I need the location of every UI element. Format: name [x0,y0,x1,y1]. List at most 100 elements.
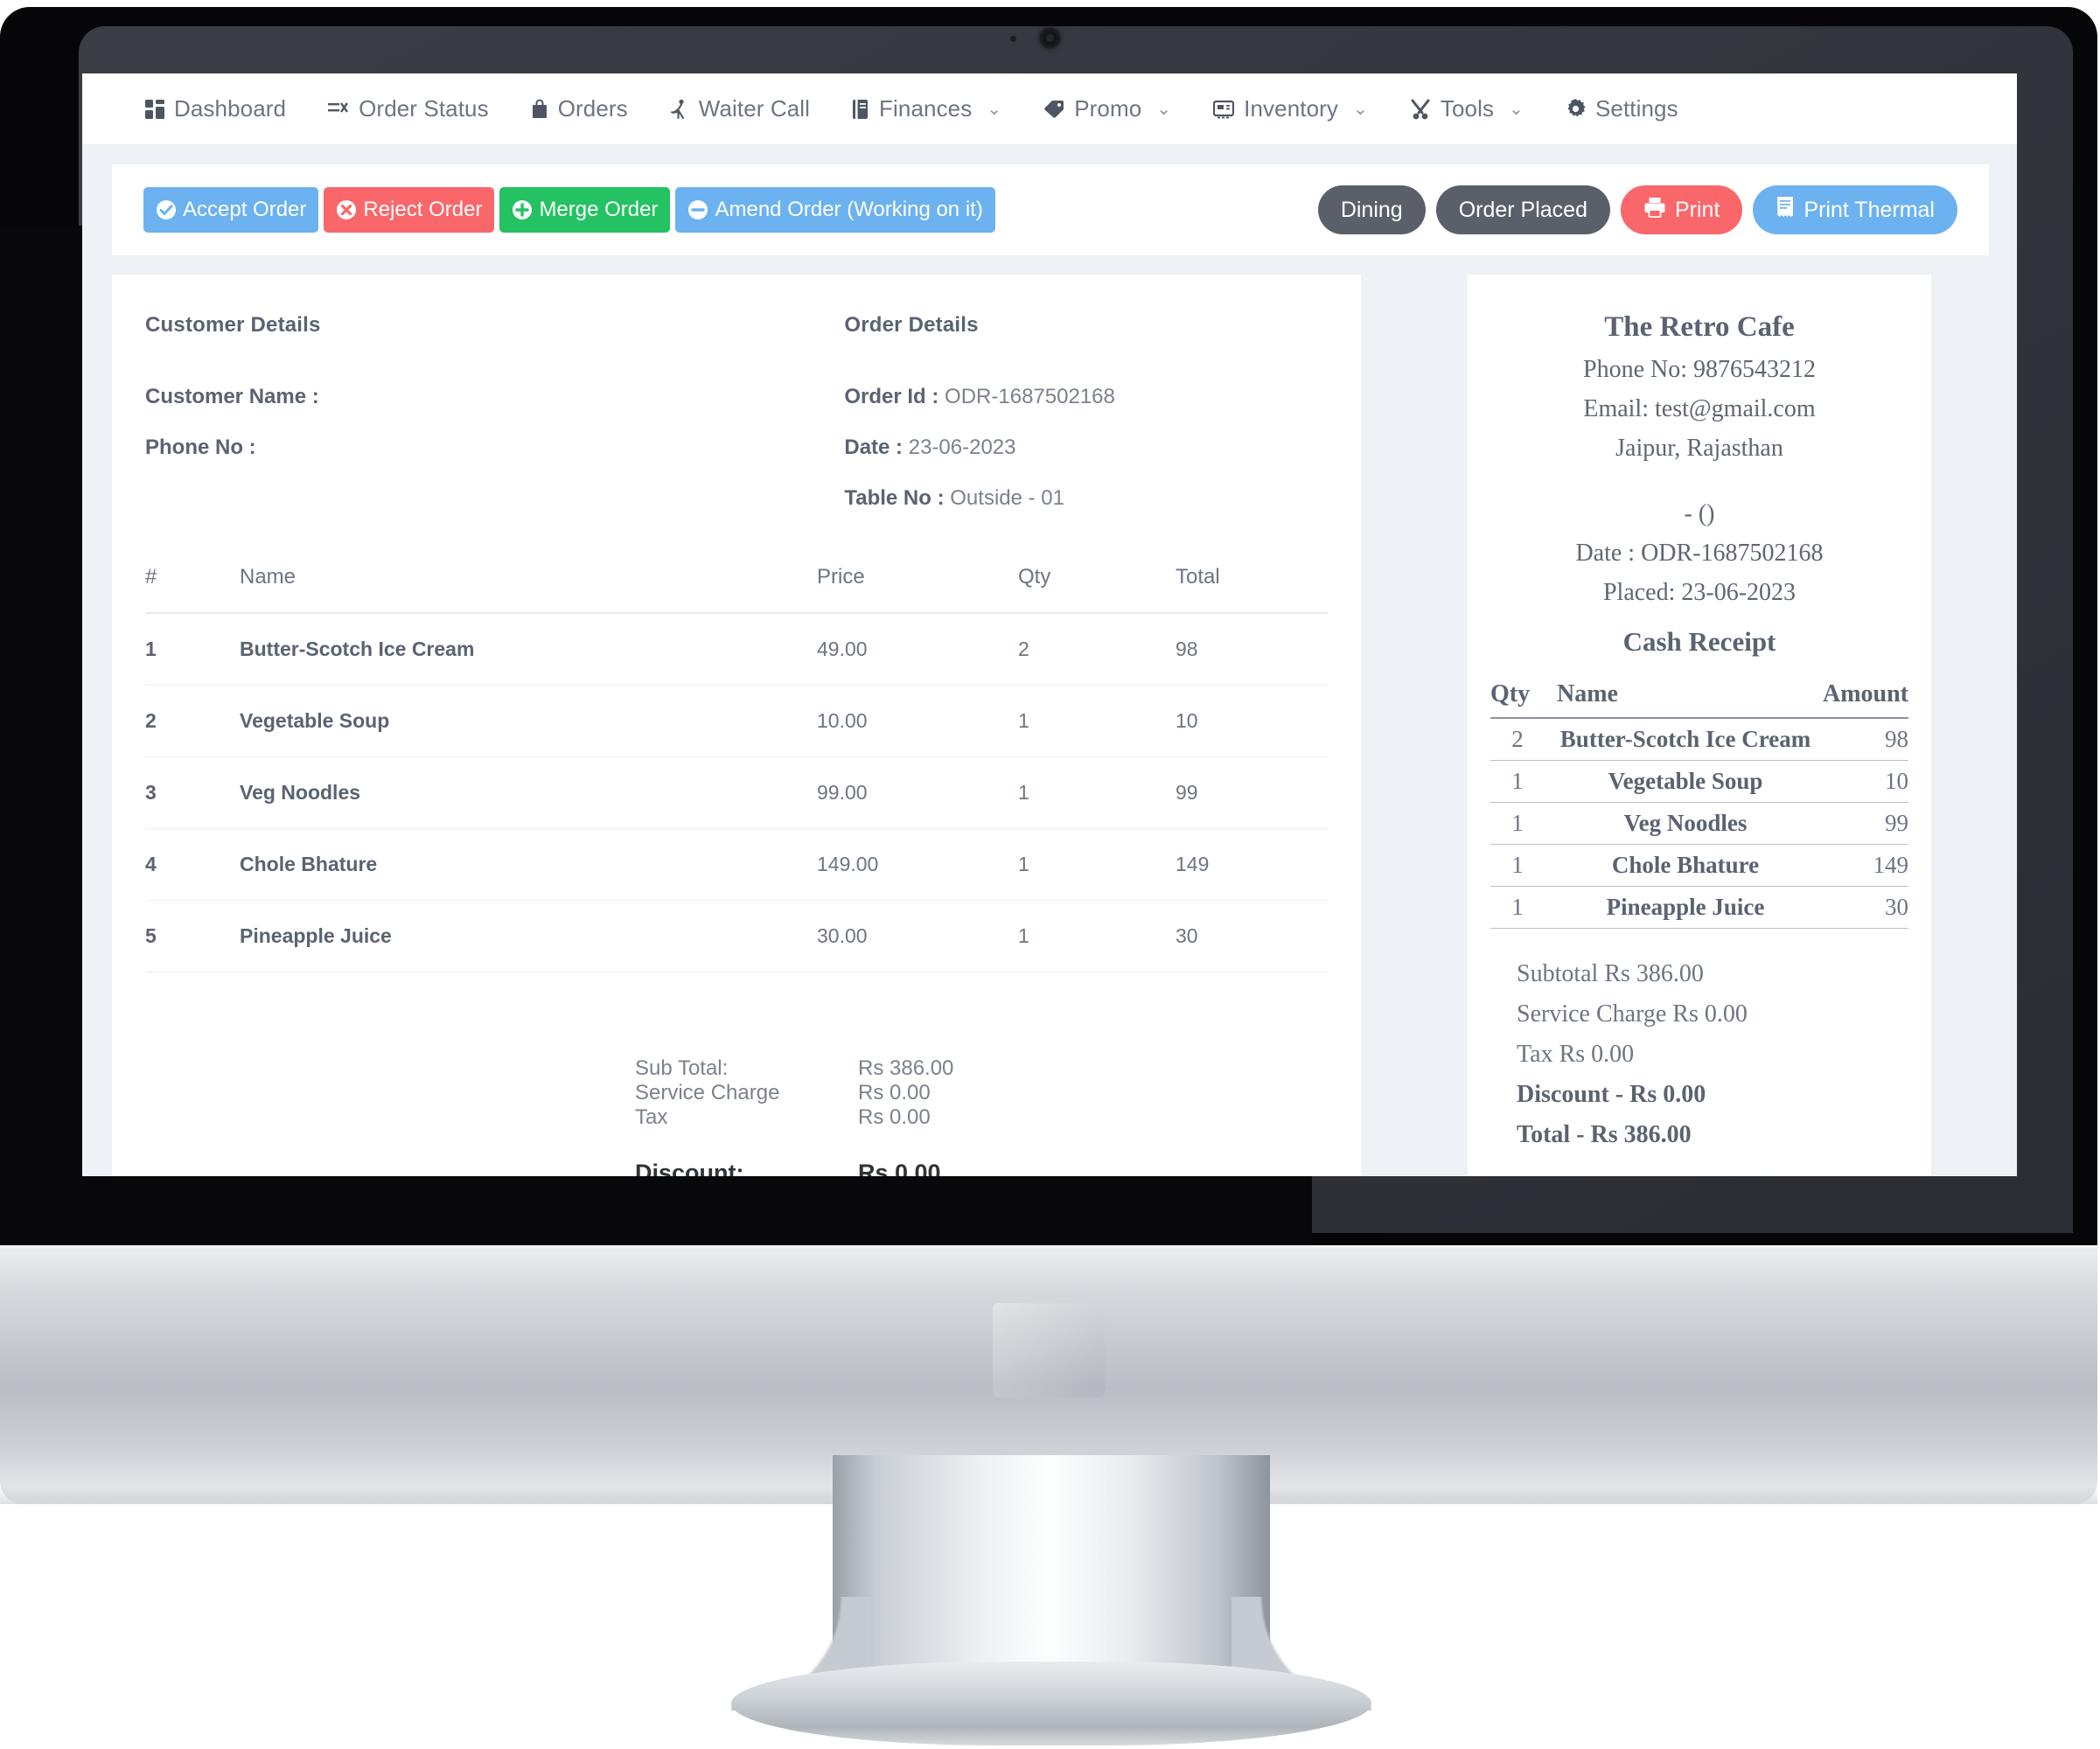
receipt-column-amount: Amount [1814,680,1908,719]
merge-order-button[interactable]: Merge Order [499,187,671,233]
button-label: Print Thermal [1803,197,1935,222]
cell-name: Vegetable Soup [240,685,817,757]
cell-index: 1 [145,613,240,686]
reject-order-button[interactable]: Reject Order [324,187,495,233]
chevron-down-icon: ⌄ [1509,100,1524,119]
top-navbar: Dashboard Order Status Orders Waiter Cal… [82,73,2017,145]
column-header-total: Total [1176,556,1328,614]
table-row: 1 Butter-Scotch Ice Cream 49.00 2 98 [145,613,1328,686]
table-row: 3 Veg Noodles 99.00 1 99 [145,756,1328,829]
receipt-totals-block: Subtotal Rs 386.00 Service Charge Rs 0.0… [1490,960,1908,1149]
customer-name-row: Customer Name : [145,385,844,409]
cell-index: 5 [145,900,240,972]
monitor-stand-base [731,1662,1371,1746]
cell-qty: 1 [1018,756,1176,829]
inventory-icon [1213,100,1235,119]
receipt-row: 2 Butter-Scotch Ice Cream 98 [1490,718,1908,761]
order-action-bar: Accept Order Reject Order Merge Order Am… [112,164,1989,255]
minus-circle-icon [687,199,708,220]
camera-led-icon [1010,36,1016,42]
receipt-cell-name: Butter-Scotch Ice Cream [1545,718,1814,761]
x-circle-icon [336,199,357,220]
receipt-cell-name: Veg Noodles [1545,802,1814,845]
cell-qty: 2 [1018,613,1176,686]
receipt-tax: Tax Rs 0.00 [1517,1041,1635,1068]
receipt-row: 1 Veg Noodles 99 [1490,802,1908,845]
receipt-cell-amount: 30 [1814,886,1908,929]
customer-details-title: Customer Details [145,313,321,337]
nav-item-waiter-call[interactable]: Waiter Call [649,73,831,145]
waiter-icon [670,99,689,120]
receipt-cell-amount: 98 [1814,718,1908,761]
cell-qty: 1 [1018,900,1176,972]
tag-icon [1043,100,1064,119]
cell-name: Butter-Scotch Ice Cream [240,613,817,686]
print-thermal-button[interactable]: Print Thermal [1753,185,1957,234]
gear-icon [1566,99,1586,119]
cell-price: 30.00 [817,900,1018,972]
nav-item-tools[interactable]: Tools ⌄ [1389,73,1545,145]
subtotal-label: Sub Total: [635,1056,729,1080]
totals-spacer [635,1130,1328,1158]
list-check-icon [328,100,349,119]
discount-value: Rs 0.00 [858,1160,941,1176]
cell-price: 99.00 [817,756,1018,829]
print-button[interactable]: Print [1621,185,1743,234]
order-id-label: Order Id : [844,385,939,408]
chevron-down-icon: ⌄ [987,100,1002,119]
amend-order-button[interactable]: Amend Order (Working on it) [675,187,995,233]
receipt-cell-amount: 99 [1814,802,1908,845]
button-label: Print [1675,197,1720,222]
receipt-cell-qty: 1 [1490,886,1545,929]
service-charge-value: Rs 0.00 [858,1081,931,1104]
dining-status-badge[interactable]: Dining [1317,185,1426,234]
cash-receipt-preview: The Retro Cafe Phone No: 9876543212 Emai… [1490,311,1908,1149]
nav-item-label: Tools [1440,95,1495,122]
order-placed-status-badge[interactable]: Order Placed [1435,185,1610,234]
cell-total: 99 [1176,756,1328,829]
receipt-cell-amount: 10 [1814,760,1908,803]
button-label: Accept Order [183,198,307,221]
button-label: Amend Order (Working on it) [715,198,983,221]
nav-item-inventory[interactable]: Inventory ⌄ [1192,73,1389,145]
receipt-cell-amount: 149 [1814,844,1908,887]
receipt-header-row: Qty Name Amount [1490,680,1908,719]
customer-name-label: Customer Name : [145,385,319,408]
cell-price: 10.00 [817,685,1018,757]
content-area: Customer Details Customer Name : Phone N… [112,275,1989,1176]
order-details-title: Order Details [844,313,979,337]
receipt-cell-name: Chole Bhature [1545,844,1814,887]
column-header-qty: Qty [1018,556,1176,614]
receipt-cell-qty: 1 [1490,844,1545,887]
accept-order-button[interactable]: Accept Order [143,187,319,233]
receipt-heading: Cash Receipt [1622,626,1776,657]
receipt-row: 1 Vegetable Soup 10 [1490,760,1908,803]
nav-item-finances[interactable]: Finances ⌄ [831,73,1022,145]
cell-name: Veg Noodles [240,756,817,829]
nav-item-label: Orders [557,95,628,122]
column-header-name: Name [240,556,817,614]
order-id-value: ODR-1687502168 [945,385,1115,408]
nav-item-label: Waiter Call [698,95,811,122]
nav-item-promo[interactable]: Promo ⌄ [1022,73,1192,145]
nav-item-dashboard[interactable]: Dashboard [124,73,307,145]
nav-item-settings[interactable]: Settings [1545,73,1699,145]
screen-content: Dashboard Order Status Orders Waiter Cal… [82,73,2017,1176]
receipt-column-qty: Qty [1490,680,1545,719]
cell-price: 49.00 [817,613,1018,686]
book-icon [852,99,869,120]
table-header-row: # Name Price Qty Total [145,556,1328,614]
receipt-subtotal: Subtotal Rs 386.00 [1517,960,1704,987]
check-circle-icon [156,199,177,220]
tax-label: Tax [635,1105,668,1129]
nav-item-label: Settings [1594,95,1678,122]
customer-phone-row: Phone No : [145,436,844,460]
receipt-cell-name: Pineapple Juice [1545,886,1814,929]
order-date-row: Date : 23-06-2023 [844,436,1328,460]
nav-item-orders[interactable]: Orders [510,73,649,145]
receipt-row: 1 Chole Bhature 149 [1490,844,1908,887]
nav-item-order-status[interactable]: Order Status [307,73,510,145]
subtotal-row: Sub Total: Rs 386.00 [635,1056,1328,1081]
cell-total: 149 [1176,828,1328,901]
receipt-row: 1 Pineapple Juice 30 [1490,886,1908,929]
